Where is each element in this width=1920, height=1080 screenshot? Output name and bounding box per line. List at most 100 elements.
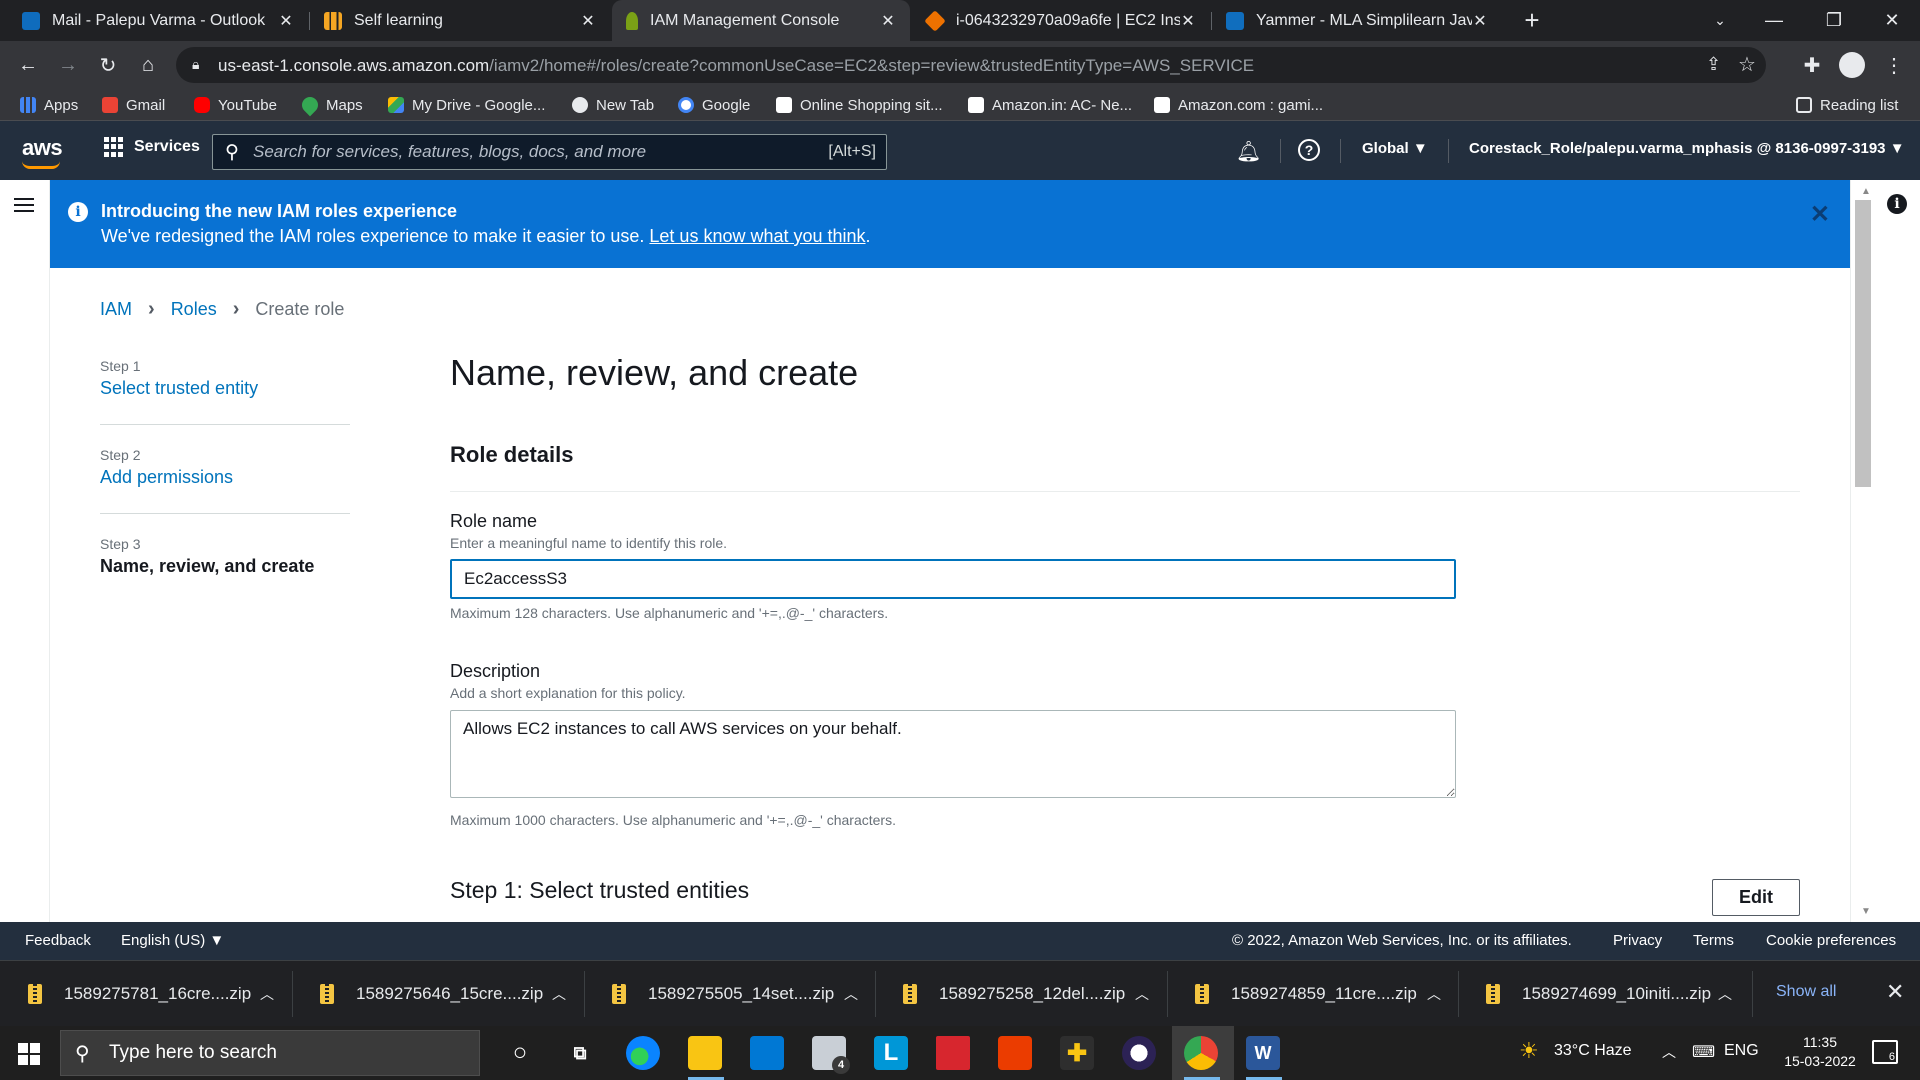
bookmark-apps[interactable]: Apps — [20, 94, 78, 116]
terms-link[interactable]: Terms — [1693, 932, 1734, 949]
mcafee-icon[interactable] — [936, 1036, 970, 1070]
close-downloads-icon[interactable]: ✕ — [1886, 979, 1904, 1005]
bookmark-maps[interactable]: Maps — [298, 93, 363, 117]
scrollbar-thumb[interactable] — [1855, 200, 1871, 487]
tab-close-icon[interactable]: ✕ — [880, 11, 896, 31]
tab-outlook[interactable]: Mail - Palepu Varma - Outlook ✕ — [8, 0, 308, 41]
clock[interactable]: 11:35 15-03-2022 — [1770, 1033, 1870, 1071]
language-selector[interactable]: English (US) ▼ — [121, 932, 224, 949]
mail-icon[interactable]: 4 — [812, 1036, 850, 1074]
profile-avatar[interactable] — [1836, 49, 1868, 81]
step-2-link[interactable]: Add permissions — [100, 467, 350, 488]
notifications-icon[interactable]: 6 — [1872, 1040, 1898, 1064]
tab-close-icon[interactable]: ✕ — [1180, 11, 1196, 31]
bookmark-amazon-com[interactable]: Amazon.com : gami... — [1154, 94, 1323, 116]
scroll-down-arrow-icon[interactable]: ▼ — [1861, 906, 1871, 917]
description-textarea[interactable]: Allows EC2 instances to call AWS service… — [450, 710, 1456, 798]
bookmark-star-icon[interactable]: ☆ — [1738, 52, 1756, 77]
page-scrollbar[interactable]: ▲ ▼ — [1850, 180, 1880, 922]
window-close-icon[interactable]: ✕ — [1864, 0, 1920, 41]
bookmark-drive[interactable]: My Drive - Google... — [388, 94, 545, 116]
download-item[interactable]: 1589275781_16cre....zip ︿ — [0, 961, 290, 1027]
taskbar-search-input[interactable] — [109, 1042, 449, 1064]
dismiss-banner-icon[interactable]: ✕ — [1810, 200, 1830, 229]
download-item[interactable]: 1589275646_15cre....zip ︿ — [292, 961, 582, 1027]
tab-self-learning[interactable]: Self learning ✕ — [310, 0, 610, 41]
chevron-up-icon[interactable]: ︿ — [260, 984, 290, 1004]
share-icon[interactable]: ⇪ — [1706, 54, 1721, 75]
cookie-preferences-link[interactable]: Cookie preferences — [1766, 932, 1896, 949]
services-menu-button[interactable]: Services — [104, 137, 200, 157]
feedback-link[interactable]: Let us know what you think — [649, 226, 865, 246]
address-bar[interactable]: 🔒︎ us-east-1.console.aws.amazon.com/iamv… — [176, 47, 1766, 83]
tab-close-icon[interactable]: ✕ — [580, 11, 596, 31]
bookmark-youtube[interactable]: YouTube — [194, 94, 277, 116]
chevron-up-icon[interactable]: ︿ — [1135, 984, 1165, 1004]
weather-text[interactable]: 33°C Haze — [1554, 1042, 1632, 1060]
region-selector[interactable]: Global ▼ — [1362, 140, 1428, 157]
bookmark-new-tab[interactable]: New Tab — [572, 94, 654, 116]
download-item[interactable]: 1589274859_11cre....zip ︿ — [1167, 961, 1457, 1027]
notifications-bell-icon[interactable]: 🔔︎ — [1236, 139, 1261, 164]
info-panel-icon[interactable]: i — [1887, 194, 1907, 214]
windows-start-icon[interactable] — [18, 1043, 40, 1065]
tray-chevron-up-icon[interactable]: ︿ — [1662, 1042, 1676, 1062]
eclipse-icon[interactable] — [1122, 1036, 1156, 1070]
microsoft-store-icon[interactable] — [750, 1036, 784, 1070]
breadcrumb-roles-link[interactable]: Roles — [171, 299, 217, 320]
tab-yammer[interactable]: Yammer - MLA Simplilearn Java E ✕ — [1212, 0, 1502, 41]
aws-logo[interactable]: aws — [22, 135, 63, 169]
tab-close-icon[interactable]: ✕ — [278, 11, 294, 31]
extensions-puzzle-icon[interactable]: ✚ — [1796, 49, 1828, 81]
chrome-menu-icon[interactable]: ⋮ — [1878, 49, 1910, 81]
download-item[interactable]: 1589275258_12del....zip ︿ — [875, 961, 1165, 1027]
edit-trusted-entities-button[interactable]: Edit — [1712, 879, 1800, 916]
role-name-input[interactable] — [450, 559, 1456, 599]
step-1-link[interactable]: Select trusted entity — [100, 378, 350, 399]
download-item[interactable]: 1589274699_10initi....zip ︿ — [1458, 961, 1748, 1027]
hamburger-menu-icon[interactable] — [14, 198, 34, 212]
chrome-icon[interactable] — [1184, 1036, 1218, 1070]
account-menu[interactable]: Corestack_Role/palepu.varma_mphasis @ 81… — [1469, 140, 1905, 157]
chevron-up-icon[interactable]: ︿ — [1427, 984, 1457, 1004]
tab-close-icon[interactable]: ✕ — [1472, 11, 1488, 31]
help-icon[interactable]: ? — [1298, 139, 1320, 161]
back-arrow-icon[interactable]: ← — [12, 49, 44, 81]
bookmark-gmail[interactable]: Gmail — [102, 94, 165, 116]
download-item[interactable]: 1589275505_14set....zip ︿ — [584, 961, 874, 1027]
reload-icon[interactable]: ↻ — [92, 49, 124, 81]
office-icon[interactable] — [998, 1036, 1032, 1070]
language-indicator[interactable]: ENG — [1724, 1042, 1759, 1060]
network-icon[interactable]: ⌨ — [1692, 1042, 1715, 1062]
feedback-button[interactable]: Feedback — [25, 932, 91, 949]
reading-list[interactable]: Reading list — [1796, 94, 1898, 116]
word-icon[interactable]: W — [1246, 1036, 1280, 1070]
home-icon[interactable]: ⌂ — [132, 49, 164, 81]
tab-ec2-instance[interactable]: i-0643232970a09a6fe | EC2 Insta ✕ — [912, 0, 1210, 41]
forward-arrow-icon[interactable]: → — [52, 49, 84, 81]
chevron-up-icon[interactable]: ︿ — [552, 984, 582, 1004]
privacy-link[interactable]: Privacy — [1613, 932, 1662, 949]
file-explorer-icon[interactable] — [688, 1036, 722, 1070]
bookmark-google[interactable]: Google — [678, 94, 750, 116]
restore-icon[interactable]: ❐ — [1806, 0, 1862, 41]
aws-search-box[interactable]: ⚲ [Alt+S] — [212, 134, 887, 170]
chevron-up-icon[interactable]: ︿ — [844, 984, 874, 1004]
minimize-icon[interactable]: — — [1746, 0, 1802, 41]
aws-search-input[interactable] — [253, 142, 773, 162]
edge-browser-icon[interactable] — [626, 1036, 660, 1070]
scroll-up-arrow-icon[interactable]: ▲ — [1861, 186, 1871, 197]
show-all-downloads-button[interactable]: Show all — [1776, 983, 1836, 1001]
breadcrumb-iam-link[interactable]: IAM — [100, 299, 132, 320]
new-tab-plus-icon[interactable]: + — [1504, 0, 1560, 41]
cortana-icon[interactable]: ○ — [503, 1036, 537, 1070]
chevron-up-icon[interactable]: ︿ — [1718, 984, 1748, 1004]
tab-search-chevron-icon[interactable]: ⌄ — [1692, 0, 1748, 41]
lync-icon[interactable]: L — [874, 1036, 908, 1070]
task-view-icon[interactable]: ⧉ — [563, 1036, 597, 1070]
tab-iam-console[interactable]: IAM Management Console ✕ — [612, 0, 910, 41]
taskbar-search-box[interactable]: ⚲ — [60, 1030, 480, 1076]
bookmark-online-shopping[interactable]: Online Shopping sit... — [776, 94, 943, 116]
tool-plus-icon[interactable]: ✚ — [1060, 1036, 1094, 1070]
bookmark-amazon-in[interactable]: Amazon.in: AC- Ne... — [968, 94, 1132, 116]
